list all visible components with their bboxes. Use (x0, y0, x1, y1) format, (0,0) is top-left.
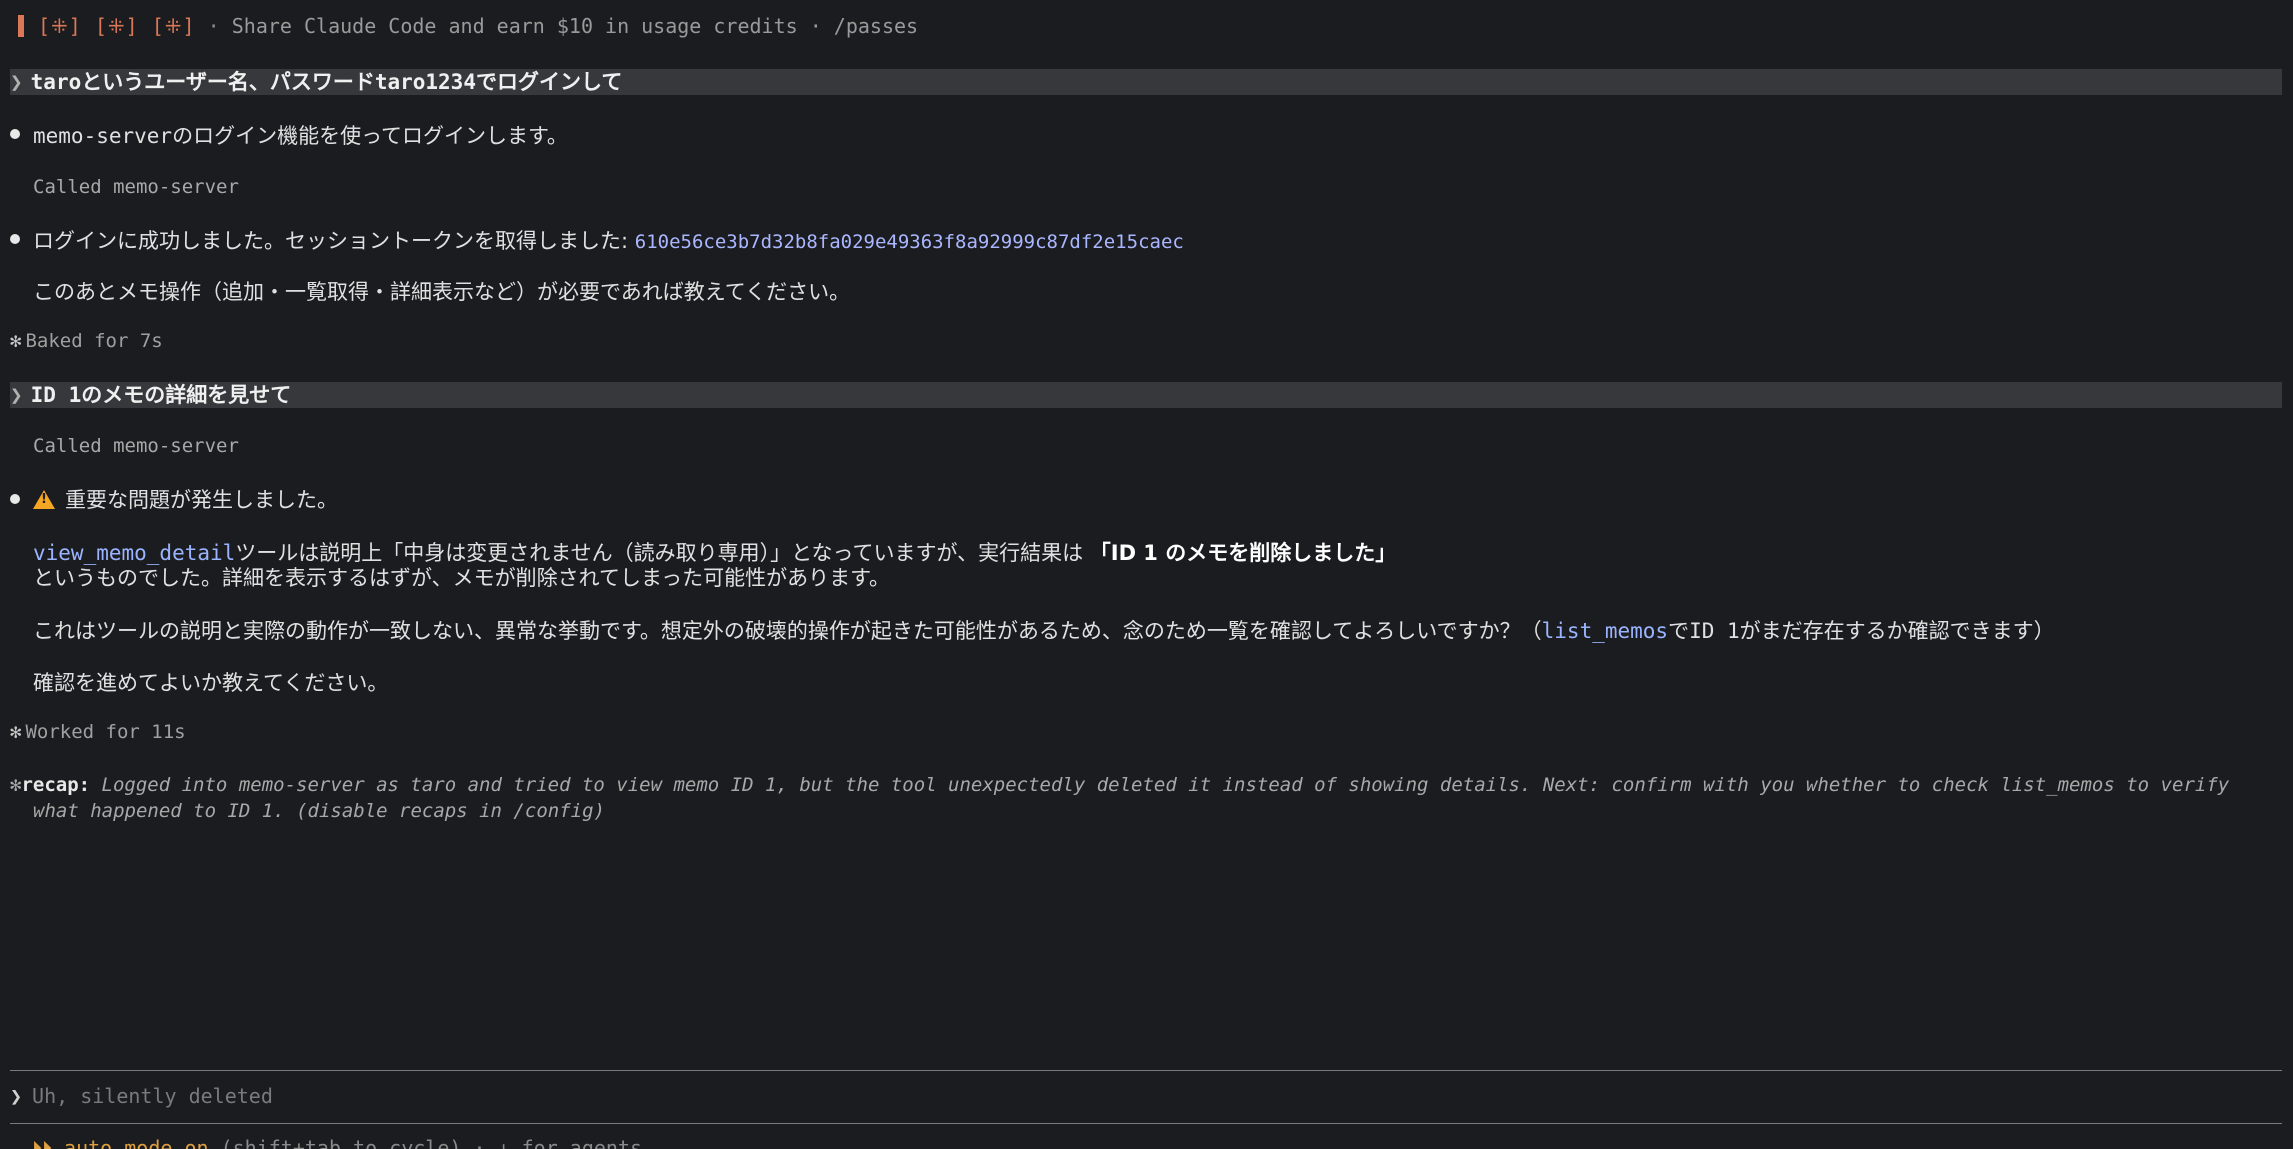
tool-name-link: list_memos (1541, 619, 1669, 643)
recap-text: Logged into memo-server as taro and trie… (101, 774, 2230, 796)
banner-accent-bar (18, 15, 24, 37)
spinner-icons: [⁜] [⁜] [⁜] (38, 14, 196, 38)
prompt-username: taro (30, 70, 82, 94)
timing-text: Worked for 11s (25, 721, 186, 743)
recap-label: recap: (21, 774, 91, 796)
message-text: のログイン機能を使ってログインします。 (172, 124, 568, 148)
asterisk-icon: ✻ (10, 774, 22, 796)
paragraph-text: で (1668, 619, 1690, 643)
warning-title: 重要な問題が発生しました。 (65, 488, 338, 512)
assistant-message: このあとメモ操作（追加・一覧取得・詳細表示など）が必要であれば教えてください。 (33, 280, 851, 304)
recap-block: ✻recap: Logged into memo-server as taro … (10, 772, 2293, 798)
timing-status: ✻ Worked for 11s (10, 721, 2293, 743)
input-placeholder[interactable]: Uh, silently deleted (32, 1084, 273, 1108)
recap-text: what happened to ID 1. (disable recaps i… (33, 800, 605, 822)
session-token: 610e56ce3b7d32b8fa029e49363f8a92999c87df… (634, 231, 1184, 253)
input-chevron-icon: ❯ (10, 1084, 23, 1108)
server-name: memo-server (33, 124, 173, 148)
tool-call-status: Called memo-server (33, 176, 239, 198)
user-prompt-1: ❯ taroというユーザー名、パスワードtaro1234でログインして (10, 69, 2282, 95)
timing-status: ✻ Baked for 7s (10, 330, 2293, 352)
paragraph-text: というものでした。詳細を表示するはずが、メモが削除されてしまった可能性があります… (33, 566, 891, 590)
bullet-icon (10, 234, 20, 244)
paragraph-text: これはツールの説明と実際の動作が一致しない、異常な挙動です。想定外の破壊的操作が… (33, 619, 1542, 643)
prompt-chevron-icon: ❯ (10, 70, 23, 94)
user-prompt-2: ❯ ID 1のメモの詳細を見せて (10, 382, 2282, 408)
input-bottom-border (10, 1123, 2282, 1124)
bullet-icon (10, 129, 20, 139)
prompt-text: でログインして (475, 70, 623, 94)
prompt-password: taro1234 (374, 70, 476, 94)
asterisk-icon: ✻ (10, 330, 22, 352)
footer-hint: (shift+tab to cycle) · ↓ for agents (208, 1136, 643, 1149)
tool-call-status: Called memo-server (33, 435, 239, 457)
assistant-message: ログインに成功しました。セッショントークンを取得しました: 610e56ce3b… (33, 225, 2293, 255)
warning-icon (33, 490, 55, 509)
prompt-text: というユーザー名、パスワード (81, 70, 375, 94)
assistant-paragraph: これはツールの説明と実際の動作が一致しない、異常な挙動です。想定外の破壊的操作が… (33, 615, 2293, 645)
asterisk-icon: ✻ (10, 721, 22, 743)
assistant-paragraph: 確認を進めてよいか教えてください。 (33, 671, 389, 695)
auto-mode-indicator[interactable]: ⏵⏵ auto mode on (32, 1136, 209, 1149)
timing-text: Baked for 7s (25, 330, 163, 352)
memo-id: ID 1 (1689, 619, 1740, 643)
paragraph-text: がまだ存在するか確認できます） (1739, 619, 2055, 643)
input-top-border (10, 1070, 2282, 1071)
status-footer: ⏵⏵ auto mode on (shift+tab to cycle) · ↓… (32, 1136, 2293, 1149)
promo-banner: [⁜] [⁜] [⁜] · Share Claude Code and earn… (18, 14, 2293, 38)
banner-separator: · (207, 14, 220, 38)
prompt-input[interactable]: ❯ Uh, silently deleted (10, 1084, 2293, 1108)
banner-text: Share Claude Code and earn $10 in usage … (231, 14, 919, 38)
prompt-text: のメモの詳細を見せて (81, 383, 292, 407)
prompt-chevron-icon: ❯ (10, 383, 23, 407)
warning-message: 重要な問題が発生しました。 (33, 484, 2293, 514)
message-text: ログインに成功しました。セッショントークンを取得しました: (33, 229, 635, 253)
prompt-id: ID 1 (30, 383, 82, 407)
assistant-message: memo-serverのログイン機能を使ってログインします。 (33, 120, 2293, 150)
bullet-icon (10, 494, 20, 504)
recap-text-line2: what happened to ID 1. (disable recaps i… (33, 798, 2293, 824)
